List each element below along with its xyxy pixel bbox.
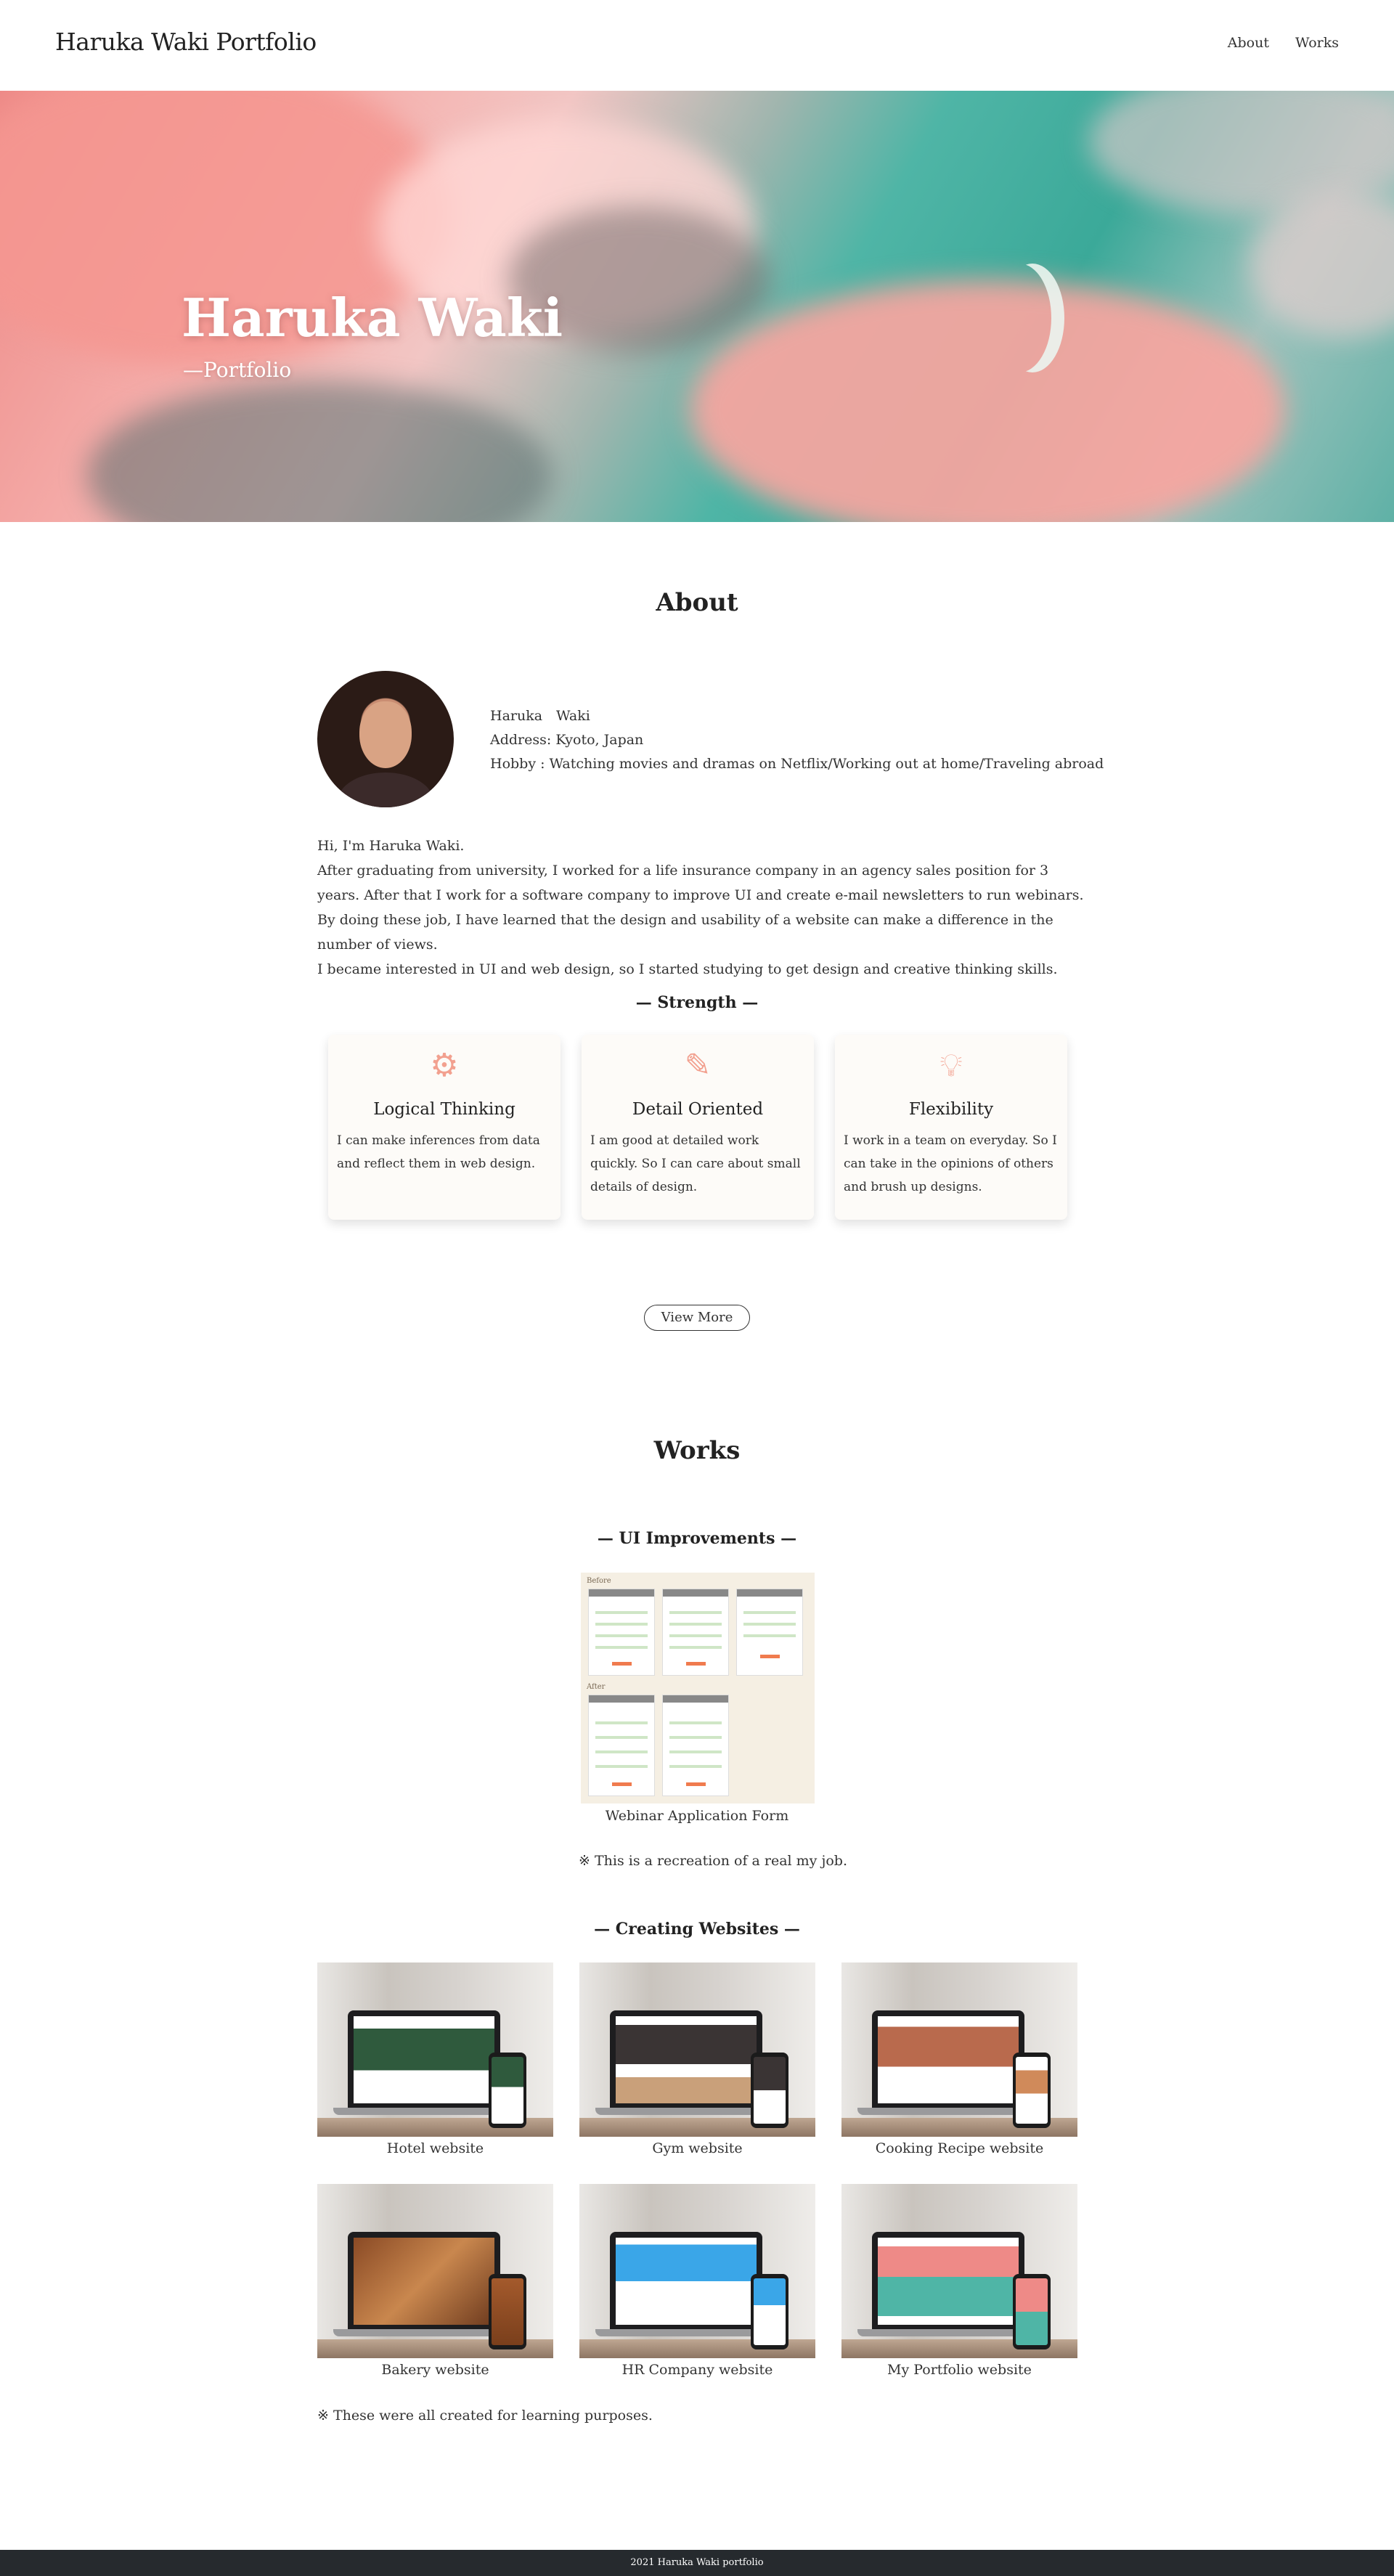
site-caption: HR Company website — [621, 2362, 773, 2378]
bio-text: Hi, I'm Haruka Waki. After graduating fr… — [317, 833, 1087, 982]
hero-banner: Haruka Waki —Portfolio — [0, 91, 1394, 522]
profile-hobby: Hobby : Watching movies and dramas on Ne… — [490, 756, 1104, 772]
ui-improvements-heading: — UI Improvements — — [597, 1529, 797, 1548]
about-heading: About — [656, 588, 738, 617]
lightbulb-icon: 💡︎ — [939, 1047, 963, 1084]
strength-desc: I work in a team on everyday. So I can t… — [844, 1133, 1057, 1194]
strength-heading: — Strength — — [635, 993, 759, 1012]
strength-card: ✎ Detail Oriented I am good at detailed … — [582, 1035, 814, 1220]
form-screenshot — [588, 1589, 655, 1676]
strength-card: ⚙ Logical Thinking I can make inferences… — [328, 1035, 561, 1220]
site-caption: Cooking Recipe website — [875, 2140, 1044, 2156]
bio-line: By doing these job, I have learned that … — [317, 912, 1053, 953]
site-caption: Bakery website — [381, 2362, 489, 2378]
bio-line: I became interested in UI and web design… — [317, 961, 1058, 977]
cooking-recipe-website-thumbnail[interactable] — [841, 1962, 1077, 2137]
strength-desc: I can make inferences from data and refl… — [337, 1133, 540, 1171]
gears-icon: ⚙ — [430, 1047, 459, 1084]
site-header: Haruka Waki Portfolio About Works — [0, 0, 1394, 91]
hero-subtitle: —Portfolio — [183, 358, 292, 382]
sites-note: ※ These were all created for learning pu… — [317, 2408, 653, 2424]
nav-about-link[interactable]: About — [1228, 35, 1269, 51]
bakery-website-thumbnail[interactable] — [317, 2184, 553, 2358]
site-caption: Hotel website — [386, 2140, 484, 2156]
site-caption: My Portfolio website — [887, 2362, 1032, 2378]
form-screenshot — [736, 1589, 803, 1676]
bio-line: Hi, I'm Haruka Waki. — [317, 838, 465, 854]
strength-title: Logical Thinking — [373, 1100, 515, 1119]
ui-caption: Webinar Application Form — [605, 1808, 789, 1824]
hero-cloud — [1249, 192, 1394, 338]
profile-address: Address: Kyoto, Japan — [490, 732, 644, 748]
nav-works-link[interactable]: Works — [1295, 35, 1339, 51]
profile-avatar — [317, 671, 454, 807]
hero-title: Haruka Waki — [182, 287, 563, 349]
hotel-website-thumbnail[interactable] — [317, 1962, 553, 2137]
strength-desc: I am good at detailed work quickly. So I… — [590, 1133, 801, 1194]
edit-icon: ✎ — [684, 1047, 712, 1084]
site-caption: Gym website — [652, 2140, 743, 2156]
ui-improvement-thumbnail[interactable]: Before After — [581, 1573, 815, 1803]
hero-cloud — [87, 381, 552, 522]
creating-websites-heading: — Creating Websites — — [594, 1920, 800, 1939]
works-heading: Works — [653, 1436, 741, 1465]
form-screenshot — [662, 1695, 729, 1796]
strength-card: 💡︎ Flexibility I work in a team on every… — [835, 1035, 1067, 1220]
hr-company-website-thumbnail[interactable] — [579, 2184, 815, 2358]
form-screenshot — [662, 1589, 729, 1676]
footer-text: 2021 Haruka Waki portfolio — [630, 2557, 764, 2568]
gym-website-thumbnail[interactable] — [579, 1962, 815, 2137]
strength-title: Flexibility — [908, 1100, 994, 1119]
view-more-button[interactable]: View More — [644, 1305, 750, 1331]
moon-icon — [987, 264, 1051, 372]
site-logo[interactable]: Haruka Waki Portfolio — [55, 28, 317, 56]
before-label: Before — [587, 1577, 611, 1585]
form-screenshot — [588, 1695, 655, 1796]
bio-line: After graduating from university, I work… — [317, 863, 1084, 903]
after-label: After — [587, 1683, 606, 1691]
strength-title: Detail Oriented — [632, 1100, 764, 1119]
main-nav: About Works — [1228, 35, 1339, 51]
portfolio-website-thumbnail[interactable] — [841, 2184, 1077, 2358]
site-footer: 2021 Haruka Waki portfolio — [0, 2550, 1394, 2576]
profile-name: Haruka Waki — [490, 708, 590, 724]
ui-note: ※ This is a recreation of a real my job. — [579, 1853, 847, 1869]
profile-info: Haruka Waki Address: Kyoto, Japan Hobby … — [490, 704, 1104, 776]
